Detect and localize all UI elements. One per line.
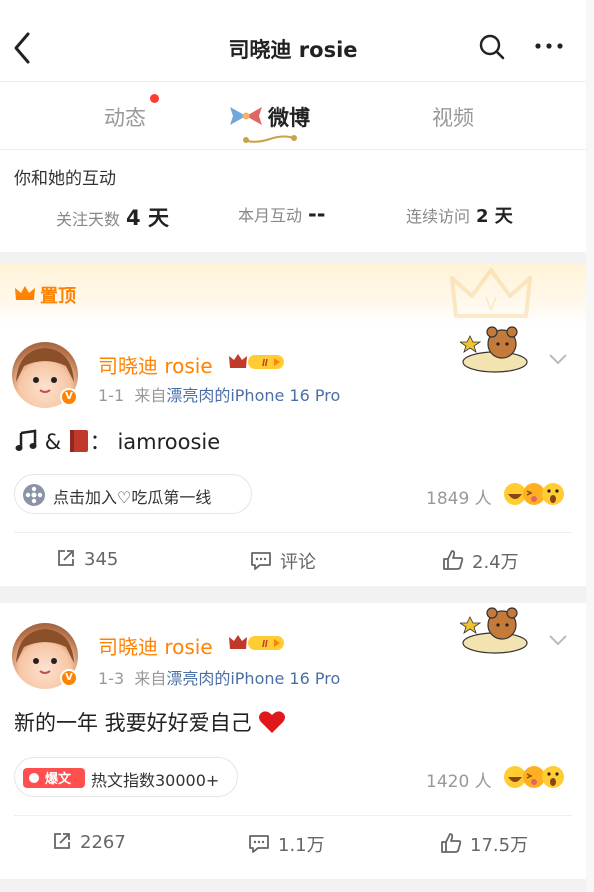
post-text-amp: & xyxy=(44,430,62,454)
divider xyxy=(14,532,572,533)
comment-count: 1.1万 xyxy=(278,835,325,856)
post-source[interactable]: 漂亮肉的iPhone 16 Pro xyxy=(166,669,340,688)
like-button[interactable]: 17.5万 xyxy=(440,831,528,857)
page: 司晓迪 rosie 动态 微博 视频 你和她的互动 关注天数 4 天 本月互动 … xyxy=(0,0,586,892)
post-text-handle: ： iamroosie xyxy=(89,430,221,454)
stat-value: -- xyxy=(308,202,326,226)
bow-icon xyxy=(230,107,262,125)
like-button[interactable]: 2.4万 xyxy=(442,548,519,574)
comment-button[interactable]: 1.1万 xyxy=(248,831,325,857)
like-count: 2.4万 xyxy=(472,552,519,573)
chevron-down-icon[interactable] xyxy=(548,633,568,647)
vip-level: II xyxy=(262,639,268,650)
more-icon[interactable] xyxy=(534,36,564,56)
hot-article-label: 热文指数30000+ xyxy=(91,771,220,790)
comment-icon xyxy=(249,835,269,853)
repost-count: 2267 xyxy=(80,832,126,853)
interaction-panel: 你和她的互动 关注天数 4 天 本月互动 -- 连续访问 2 天 xyxy=(0,150,586,252)
stat-label: 关注天数 xyxy=(56,210,121,229)
post-date: 1-1 xyxy=(98,386,125,405)
stat-label: 本月互动 xyxy=(238,206,303,225)
repost-icon xyxy=(54,833,70,849)
crown-watermark-icon: V xyxy=(450,268,532,318)
svg-text:V: V xyxy=(485,294,497,314)
top-bar: 司晓迪 rosie xyxy=(0,0,586,82)
tab-dynamic[interactable]: 动态 xyxy=(104,102,146,132)
crown-icon xyxy=(15,286,35,300)
avatar[interactable]: V xyxy=(12,623,82,693)
post-source[interactable]: 漂亮肉的iPhone 16 Pro xyxy=(166,386,340,405)
join-group-button[interactable]: 点击加入♡吃瓜第一线 xyxy=(14,474,252,514)
flower-icon xyxy=(23,484,45,506)
hot-tag-icon: 爆文 xyxy=(23,768,85,788)
stat-label: 连续访问 xyxy=(406,207,471,226)
post-card[interactable]: V 置顶 V 司晓迪 rosie II 1-1 来自漂亮肉的iPhone 16 … xyxy=(0,264,586,586)
reaction-emojis-icon[interactable] xyxy=(503,765,565,789)
reaction-count: 1849 人 xyxy=(426,489,492,509)
avatar[interactable]: V xyxy=(12,342,82,412)
verified-badge-icon: V xyxy=(60,388,78,406)
divider xyxy=(14,815,572,816)
repost-icon xyxy=(58,550,74,566)
post-meta: 1-1 来自漂亮肉的iPhone 16 Pro xyxy=(98,382,340,406)
scrollbar[interactable] xyxy=(586,0,594,892)
username[interactable]: 司晓迪 rosie xyxy=(98,631,213,660)
chevron-down-icon[interactable] xyxy=(548,352,568,366)
thumbs-up-icon xyxy=(443,550,464,570)
comment-button[interactable]: 评论 xyxy=(250,548,316,574)
vip-badge-icon: II xyxy=(229,354,284,369)
comment-count: 评论 xyxy=(280,552,316,573)
tab-weibo-label: 微博 xyxy=(268,106,310,130)
bear-sticker-icon xyxy=(460,326,528,373)
thumbs-up-icon xyxy=(441,833,462,853)
repost-button[interactable]: 345 xyxy=(56,548,118,570)
stat-monthly-interaction: 本月互动 -- xyxy=(238,202,325,226)
tab-underline-icon xyxy=(243,135,297,143)
stat-value: 2 天 xyxy=(476,206,513,227)
post-meta: 1-3 来自漂亮肉的iPhone 16 Pro xyxy=(98,665,340,689)
post-text-body: 新的一年 我要好好爱自己 xyxy=(14,711,252,735)
post-text: & ： iamroosie xyxy=(14,426,220,456)
like-count: 17.5万 xyxy=(470,835,529,856)
bear-sticker-icon xyxy=(460,607,528,654)
reaction-emojis-icon[interactable] xyxy=(503,482,565,506)
hot-article-button[interactable]: 爆文 热文指数30000+ xyxy=(14,757,238,797)
reaction-count: 1420 人 xyxy=(426,772,492,792)
red-heart-icon xyxy=(259,711,286,733)
hot-tag-label: 爆文 xyxy=(45,771,72,787)
tab-video[interactable]: 视频 xyxy=(432,102,474,132)
vip-level: II xyxy=(262,358,268,369)
vip-badge-icon: II xyxy=(229,635,284,650)
search-icon[interactable] xyxy=(478,33,506,61)
pinned-label: 置顶 xyxy=(40,286,76,307)
stat-value: 4 天 xyxy=(126,206,169,230)
source-prefix: 来自 xyxy=(134,669,167,688)
post-text: 新的一年 我要好好爱自己 xyxy=(14,707,286,737)
red-book-icon xyxy=(69,430,88,452)
stat-consecutive-visits: 连续访问 2 天 xyxy=(406,202,513,228)
source-prefix: 来自 xyxy=(134,386,167,405)
repost-button[interactable]: 2267 xyxy=(52,831,126,853)
post-date: 1-3 xyxy=(98,669,125,688)
repost-count: 345 xyxy=(84,549,119,570)
comment-icon xyxy=(251,552,271,570)
profile-tabs: 动态 微博 视频 xyxy=(0,82,586,150)
notification-dot xyxy=(150,94,159,103)
post-card[interactable]: V 司晓迪 rosie II 1-3 来自漂亮肉的iPhone 16 Pro 新… xyxy=(0,603,586,879)
music-note-icon xyxy=(15,429,37,451)
username[interactable]: 司晓迪 rosie xyxy=(98,350,213,379)
stat-follow-days: 关注天数 4 天 xyxy=(56,202,169,232)
verified-badge-icon: V xyxy=(60,669,78,687)
join-group-label: 点击加入♡吃瓜第一线 xyxy=(53,488,212,507)
interaction-title: 你和她的互动 xyxy=(14,169,116,189)
